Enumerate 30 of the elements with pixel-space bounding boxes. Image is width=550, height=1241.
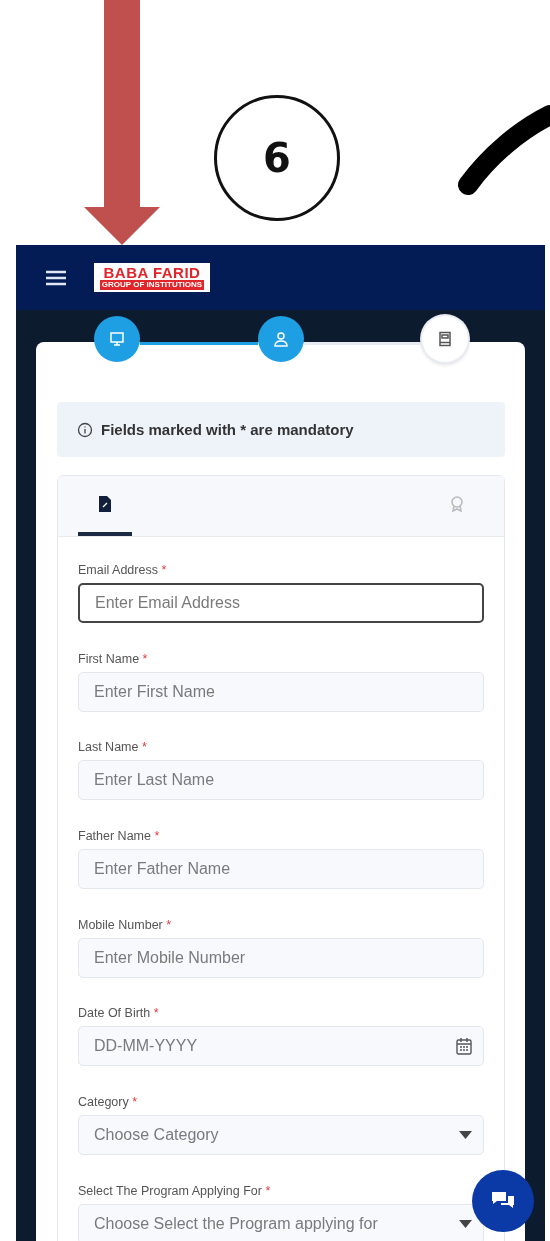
caret-icon bbox=[459, 1219, 472, 1228]
notice-text: Fields marked with * are mandatory bbox=[101, 421, 354, 438]
field-label: Email Address * bbox=[78, 562, 168, 579]
select-field[interactable]: Choose Category bbox=[78, 1115, 484, 1156]
menu-icon[interactable] bbox=[46, 269, 66, 286]
callout-number: 6 bbox=[214, 95, 340, 221]
document-icon bbox=[99, 496, 111, 512]
field-label: Mobile Number * bbox=[78, 916, 173, 934]
caret-icon bbox=[459, 1131, 472, 1140]
field-label: Father Name * bbox=[78, 828, 161, 846]
info-icon bbox=[77, 421, 93, 438]
step-indicator[interactable] bbox=[258, 316, 304, 362]
logo-subtitle: GROUP OF INSTITUTIONS bbox=[99, 280, 205, 290]
logo-title: BABA FARID bbox=[103, 265, 201, 280]
field-label: Date Of Birth * bbox=[78, 1005, 160, 1023]
book-icon bbox=[437, 331, 453, 347]
select-field[interactable]: Choose Select the Program applying for bbox=[78, 1203, 484, 1241]
step-indicator[interactable] bbox=[94, 316, 140, 362]
person-icon bbox=[273, 331, 289, 347]
award-icon bbox=[450, 496, 464, 512]
logo[interactable]: BABA FARID GROUP OF INSTITUTIONS bbox=[94, 263, 210, 292]
date-field[interactable]: DD-MM-YYYY bbox=[78, 1026, 484, 1067]
step-indicator[interactable] bbox=[422, 316, 468, 362]
field-label: Category * bbox=[78, 1094, 139, 1112]
field-label: Select The Program Applying For * bbox=[78, 1182, 272, 1200]
monitor-icon bbox=[109, 331, 125, 347]
input-field[interactable]: Enter Email Address bbox=[78, 583, 484, 623]
field-label: First Name * bbox=[78, 650, 149, 668]
field-label: Last Name * bbox=[78, 739, 148, 757]
calendar-icon[interactable] bbox=[456, 1037, 472, 1056]
